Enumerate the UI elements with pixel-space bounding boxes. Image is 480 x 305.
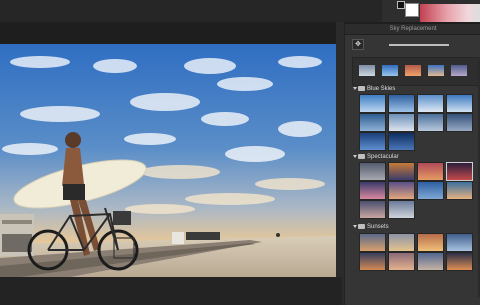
sky-thumbnail[interactable] bbox=[446, 233, 473, 252]
sky-thumbnail[interactable] bbox=[388, 252, 415, 271]
chevron-down-icon bbox=[353, 224, 357, 228]
sky-thumbnail[interactable] bbox=[359, 233, 386, 252]
thumbnail-size-slider[interactable] bbox=[389, 44, 449, 46]
move-icon[interactable]: ✥ bbox=[352, 39, 364, 50]
sky-thumbnail[interactable] bbox=[417, 181, 444, 200]
sky-thumbnail[interactable] bbox=[388, 132, 415, 151]
sky-thumbnail[interactable] bbox=[359, 162, 386, 181]
default-colors-icon[interactable] bbox=[397, 1, 405, 9]
featured-sky-thumb[interactable] bbox=[451, 65, 467, 76]
current-sky-preview-strip bbox=[352, 57, 479, 86]
sky-group-header[interactable]: Blue Skies bbox=[353, 85, 395, 93]
sky-thumbnail[interactable] bbox=[359, 181, 386, 200]
sky-thumbnail[interactable] bbox=[388, 162, 415, 181]
sky-thumbnail[interactable] bbox=[446, 162, 473, 181]
sky-thumbnail[interactable] bbox=[417, 162, 444, 181]
sky-thumbnail[interactable] bbox=[446, 252, 473, 271]
sky-thumbnail[interactable] bbox=[359, 252, 386, 271]
beach-cyclist-photo bbox=[0, 44, 336, 277]
featured-sky-thumb[interactable] bbox=[428, 65, 444, 76]
sky-group-header[interactable]: Spectacular bbox=[353, 153, 399, 161]
chevron-down-icon bbox=[353, 86, 357, 90]
photo-canvas[interactable] bbox=[0, 44, 336, 277]
sky-thumbnail[interactable] bbox=[446, 181, 473, 200]
panel-title: Sky Replacement bbox=[345, 24, 480, 35]
folder-icon bbox=[358, 153, 365, 159]
featured-sky-thumb[interactable] bbox=[359, 65, 375, 76]
sky-replacement-panel: Sky Replacement ✥ Blue Skies Spectacular S… bbox=[344, 24, 480, 305]
sky-thumbnail[interactable] bbox=[388, 233, 415, 252]
status-area bbox=[0, 277, 342, 305]
sky-thumbnail[interactable] bbox=[359, 113, 386, 132]
featured-sky-thumb[interactable] bbox=[382, 65, 398, 76]
sky-thumbnail[interactable] bbox=[359, 200, 386, 219]
chevron-down-icon bbox=[353, 154, 357, 158]
folder-icon bbox=[358, 85, 365, 91]
sky-thumbnail[interactable] bbox=[388, 181, 415, 200]
sky-thumbnail[interactable] bbox=[417, 113, 444, 132]
featured-sky-thumb[interactable] bbox=[405, 65, 421, 76]
sky-thumbnail[interactable] bbox=[417, 233, 444, 252]
folder-icon bbox=[358, 223, 365, 229]
sky-thumbnail[interactable] bbox=[388, 94, 415, 113]
sky-group-label: Sunsets bbox=[367, 224, 389, 230]
foreground-color-swatch[interactable] bbox=[405, 3, 419, 17]
sky-thumbnail[interactable] bbox=[388, 200, 415, 219]
sky-thumbnail[interactable] bbox=[388, 113, 415, 132]
sky-thumbnail[interactable] bbox=[359, 132, 386, 151]
sky-group-label: Blue Skies bbox=[367, 86, 396, 92]
sky-thumbnail[interactable] bbox=[417, 252, 444, 271]
sky-group-header[interactable]: Sunsets bbox=[353, 223, 389, 231]
color-picker-gradient[interactable] bbox=[420, 4, 480, 22]
sky-thumbnail[interactable] bbox=[446, 113, 473, 132]
sky-thumbnail[interactable] bbox=[417, 94, 444, 113]
sky-thumbnail[interactable] bbox=[359, 94, 386, 113]
sky-group-label: Spectacular bbox=[367, 154, 399, 160]
canvas-gutter bbox=[336, 22, 344, 305]
sky-thumbnail[interactable] bbox=[446, 94, 473, 113]
